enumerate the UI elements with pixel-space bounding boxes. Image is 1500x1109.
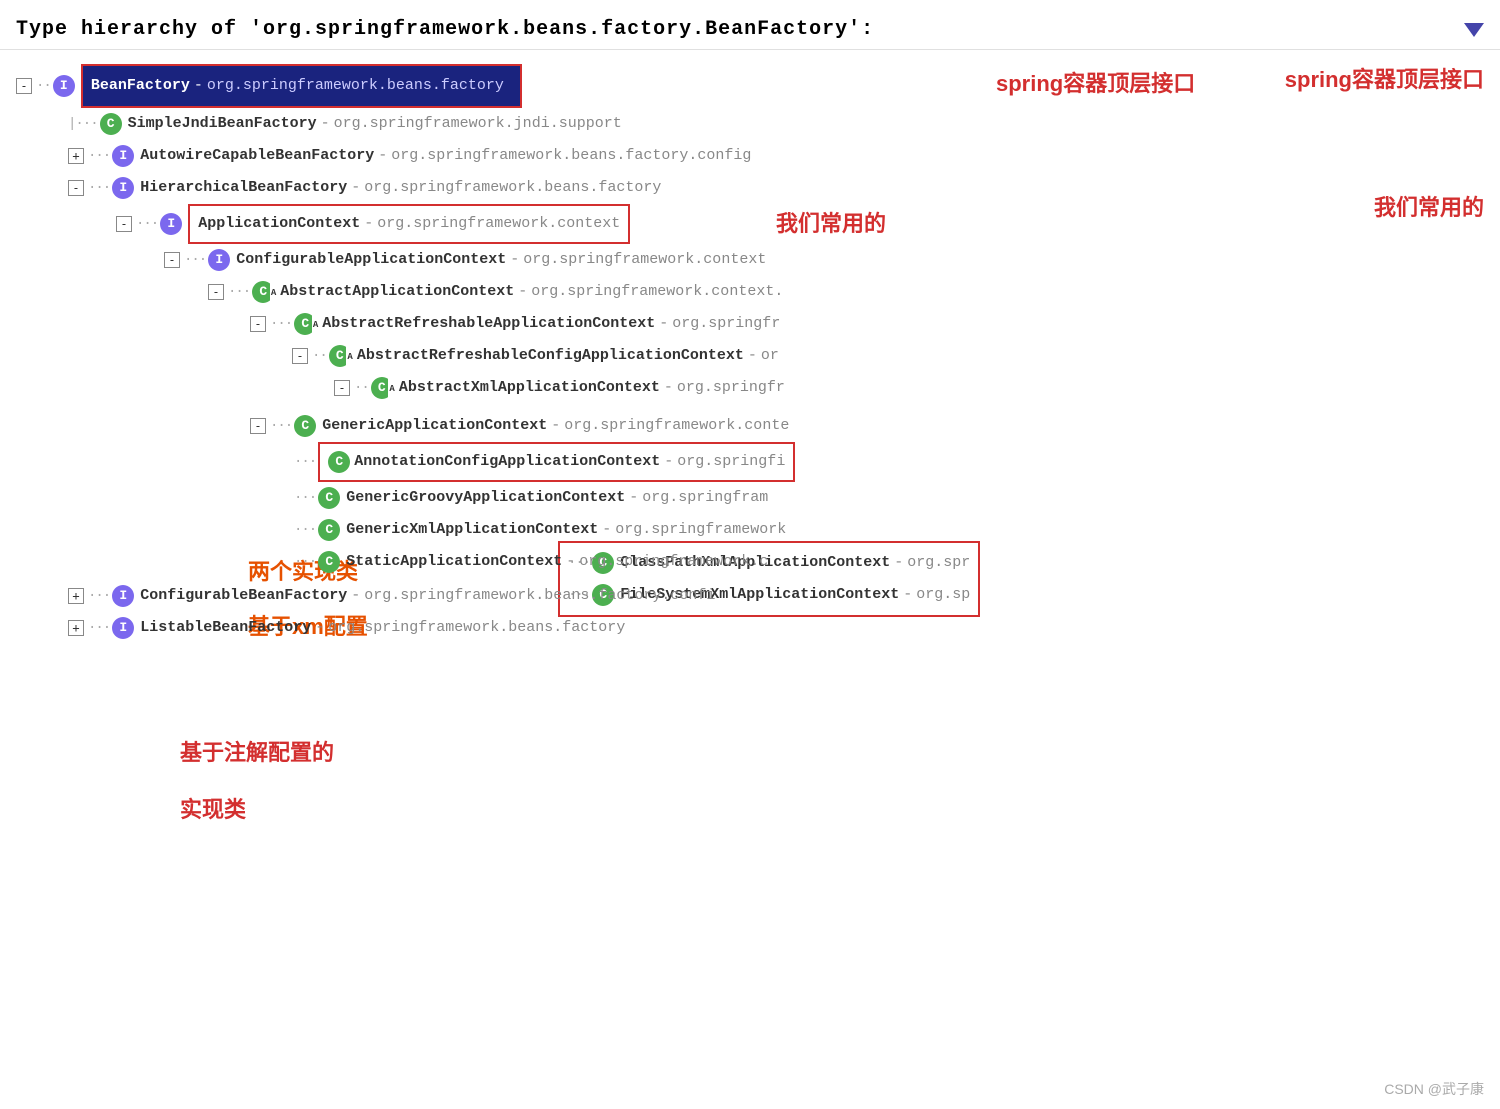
node-name: ConfigurableApplicationContext bbox=[236, 244, 506, 276]
node-package: org.springfr bbox=[677, 372, 785, 404]
page-title: Type hierarchy of 'org.springframework.b… bbox=[16, 18, 874, 41]
expand-btn[interactable]: - bbox=[68, 180, 84, 196]
node-name: ListableBeanFactory bbox=[140, 612, 311, 644]
abstract-class-icon: C A bbox=[371, 377, 393, 399]
dropdown-icon[interactable] bbox=[1464, 23, 1484, 37]
tree-row: + ··· I ConfigurableBeanFactory - org.sp… bbox=[16, 580, 1484, 612]
annotation-common-used-label: 我们常用的 bbox=[1374, 190, 1484, 222]
expand-btn[interactable]: - bbox=[292, 348, 308, 364]
expand-btn-beanfactory[interactable]: - bbox=[16, 78, 32, 94]
expand-btn[interactable]: - bbox=[250, 418, 266, 434]
node-package: org.springframework.context bbox=[523, 244, 766, 276]
tree-row: + ··· I AutowireCapableBeanFactory - org… bbox=[16, 140, 1484, 172]
expand-btn[interactable]: + bbox=[68, 148, 84, 164]
tree-row: - ··· C A AbstractApplicationContext - o… bbox=[16, 276, 1484, 308]
node-name: AutowireCapableBeanFactory bbox=[140, 140, 374, 172]
node-name: BeanFactory bbox=[91, 70, 190, 102]
annotation-annotation-impl: 基于注解配置的 实现类 bbox=[180, 738, 334, 826]
interface-icon: I bbox=[112, 177, 134, 199]
annotation-spring-top-label: spring容器顶层接口 bbox=[1285, 62, 1484, 94]
tree-row: - ··· C A AbstractRefreshableApplication… bbox=[16, 308, 1484, 340]
class-icon: C bbox=[318, 519, 340, 541]
node-package: org.springframework.beans.factory bbox=[364, 172, 661, 204]
node-package: org.springframework.context bbox=[377, 208, 620, 240]
interface-icon: I bbox=[112, 617, 134, 639]
node-package: org.springframework.beans.factory bbox=[328, 612, 625, 644]
node-name: AbstractApplicationContext bbox=[280, 276, 514, 308]
tree-row: ··· C StaticApplicationContext - org.spr… bbox=[16, 546, 1484, 578]
class-icon: C bbox=[318, 551, 340, 573]
node-name: ConfigurableBeanFactory bbox=[140, 580, 347, 612]
interface-icon: I bbox=[112, 145, 134, 167]
tree-row: + ··· I ListableBeanFactory - org.spring… bbox=[16, 612, 1484, 644]
tree-row: ··· C GenericXmlApplicationContext - org… bbox=[16, 514, 1484, 546]
node-package: org.springframework.beans.factory.confi bbox=[364, 580, 715, 612]
node-name: HierarchicalBeanFactory bbox=[140, 172, 347, 204]
tree-row: - ··· I ApplicationContext - org.springf… bbox=[16, 204, 1484, 244]
node-name: AbstractXmlApplicationContext bbox=[399, 372, 660, 404]
tree-row: - ··· I HierarchicalBeanFactory - org.sp… bbox=[16, 172, 1484, 204]
node-package: org.springfi bbox=[677, 446, 785, 478]
node-package: org.springframework.context. bbox=[531, 276, 783, 308]
tree-container: - ·· I BeanFactory - org.springframework… bbox=[0, 58, 1500, 644]
expand-btn[interactable]: + bbox=[68, 620, 84, 636]
node-name: SimpleJndiBeanFactory bbox=[128, 108, 317, 140]
node-package: org.springframework.jndi.support bbox=[334, 108, 622, 140]
node-name: AbstractRefreshableConfigApplicationCont… bbox=[357, 340, 744, 372]
expand-btn[interactable]: - bbox=[164, 252, 180, 268]
node-name: GenericGroovyApplicationContext bbox=[346, 482, 625, 514]
class-icon: C bbox=[318, 487, 340, 509]
class-icon: C bbox=[328, 451, 350, 473]
abstract-class-icon: C A bbox=[252, 281, 274, 303]
node-package: org.springfram bbox=[642, 482, 768, 514]
tree-row: - ··· C GenericApplicationContext - org.… bbox=[16, 410, 1484, 442]
node-package: org.springframework.beans.factory.config bbox=[391, 140, 751, 172]
annotation-common-used: 我们常用的 bbox=[776, 208, 886, 240]
node-name: GenericApplicationContext bbox=[322, 410, 547, 442]
tree-row: - ·· I BeanFactory - org.springframework… bbox=[16, 64, 1484, 108]
node-name: AbstractRefreshableApplicationContext bbox=[322, 308, 655, 340]
node-package: or bbox=[761, 340, 779, 372]
node-name: StaticApplicationContext bbox=[346, 546, 562, 578]
tree-row: - ·· C A AbstractXmlApplicationContext -… bbox=[16, 372, 1484, 404]
class-icon: C bbox=[100, 113, 122, 135]
title-bar: Type hierarchy of 'org.springframework.b… bbox=[0, 10, 1500, 50]
tree-row: - ··· I ConfigurableApplicationContext -… bbox=[16, 244, 1484, 276]
expand-btn[interactable]: + bbox=[68, 588, 84, 604]
interface-icon: I bbox=[160, 213, 182, 235]
node-package: org.springframework.beans.factory bbox=[207, 70, 504, 102]
node-name: GenericXmlApplicationContext bbox=[346, 514, 598, 546]
expand-btn[interactable]: - bbox=[250, 316, 266, 332]
abstract-class-icon: C A bbox=[294, 313, 316, 335]
node-package: org.springframework bbox=[615, 514, 786, 546]
expand-btn[interactable]: - bbox=[208, 284, 224, 300]
tree-row: - ·· C A AbstractRefreshableConfigApplic… bbox=[16, 340, 1484, 372]
tree-row: ··· C GenericGroovyApplicationContext - … bbox=[16, 482, 1484, 514]
node-package: org.springfr bbox=[672, 308, 780, 340]
tree-row: ··· C AnnotationConfigApplicationContext… bbox=[16, 442, 1484, 482]
interface-icon: I bbox=[208, 249, 230, 271]
interface-icon: I bbox=[112, 585, 134, 607]
node-package: org.springframework.c bbox=[579, 546, 768, 578]
node-name: ApplicationContext bbox=[198, 208, 360, 240]
interface-icon: I bbox=[53, 75, 75, 97]
class-icon: C bbox=[294, 415, 316, 437]
expand-btn[interactable]: - bbox=[334, 380, 350, 396]
node-name: AnnotationConfigApplicationContext bbox=[354, 446, 660, 478]
annotation-spring-top: spring容器顶层接口 bbox=[996, 68, 1195, 100]
watermark: CSDN @武子康 bbox=[1384, 1079, 1484, 1099]
tree-row: |··· C SimpleJndiBeanFactory - org.sprin… bbox=[16, 108, 1484, 140]
node-package: org.springframework.conte bbox=[564, 410, 789, 442]
abstract-class-icon: C A bbox=[329, 345, 351, 367]
page-container: Type hierarchy of 'org.springframework.b… bbox=[0, 0, 1500, 1109]
expand-btn[interactable]: - bbox=[116, 216, 132, 232]
